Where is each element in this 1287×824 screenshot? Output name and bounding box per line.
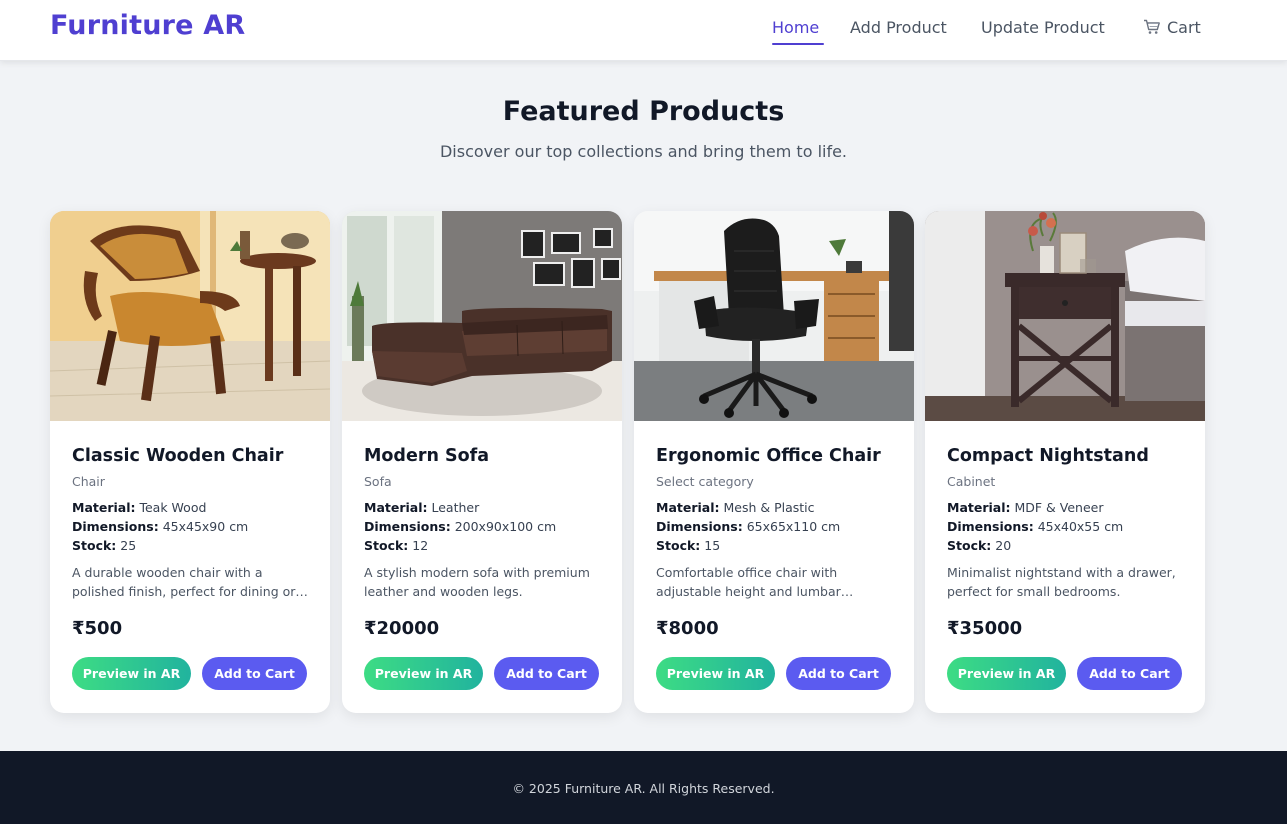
product-price: ₹500 <box>72 618 123 639</box>
product-material: Material: Mesh & Plastic <box>656 500 815 515</box>
product-stock: Stock: 12 <box>364 538 428 553</box>
dimensions-value: 45x45x90 cm <box>162 519 249 534</box>
material-value: Leather <box>431 500 480 515</box>
product-card: Modern Sofa Sofa Material: Leather Dimen… <box>342 211 622 713</box>
material-label: Material: <box>656 500 720 515</box>
product-dimensions: Dimensions: 65x65x110 cm <box>656 519 840 534</box>
dimensions-value: 45x40x55 cm <box>1037 519 1124 534</box>
page-subtitle: Discover our top collections and bring t… <box>439 142 848 161</box>
dimensions-label: Dimensions: <box>72 519 159 534</box>
sectional-sofa-photo <box>342 211 622 421</box>
product-price: ₹20000 <box>364 618 440 639</box>
navbar: Furniture AR Home Add Product Update Pro… <box>0 0 1287 61</box>
add-to-cart-button[interactable]: Add to Cart <box>494 657 599 690</box>
product-description: Minimalist nightstand with a drawer, per… <box>947 565 1176 599</box>
product-category: Sofa <box>364 474 392 489</box>
product-material: Material: Teak Wood <box>72 500 206 515</box>
product-card: Compact Nightstand Cabinet Material: MDF… <box>925 211 1205 713</box>
stock-value: 25 <box>120 538 137 553</box>
material-label: Material: <box>947 500 1011 515</box>
nav-active-indicator <box>772 43 824 45</box>
cart-icon <box>1144 19 1160 34</box>
product-description: A durable wooden chair with a polished f… <box>72 565 296 599</box>
product-title: Classic Wooden Chair <box>72 446 284 466</box>
product-price: ₹35000 <box>947 618 1023 639</box>
product-dimensions: Dimensions: 45x40x55 cm <box>947 519 1123 534</box>
nav-update-product[interactable]: Update Product <box>981 18 1105 37</box>
preview-in-ar-button[interactable]: Preview in AR <box>72 657 191 690</box>
add-to-cart-button[interactable]: Add to Cart <box>202 657 307 690</box>
wooden-armchair-photo <box>50 211 330 421</box>
brand-logo[interactable]: Furniture AR <box>50 10 245 41</box>
product-description: Comfortable office chair with adjustable… <box>656 565 841 599</box>
preview-in-ar-button[interactable]: Preview in AR <box>364 657 483 690</box>
product-price: ₹8000 <box>656 618 719 639</box>
stock-value: 20 <box>995 538 1012 553</box>
dimensions-label: Dimensions: <box>364 519 451 534</box>
nav-home[interactable]: Home <box>772 18 819 37</box>
stock-value: 12 <box>412 538 429 553</box>
preview-in-ar-button[interactable]: Preview in AR <box>947 657 1066 690</box>
product-title: Ergonomic Office Chair <box>656 446 881 466</box>
dimensions-label: Dimensions: <box>947 519 1034 534</box>
product-dimensions: Dimensions: 45x45x90 cm <box>72 519 248 534</box>
dimensions-label: Dimensions: <box>656 519 743 534</box>
product-description: A stylish modern sofa with premium leath… <box>364 565 590 599</box>
stock-label: Stock: <box>72 538 117 553</box>
stock-label: Stock: <box>656 538 701 553</box>
add-to-cart-button[interactable]: Add to Cart <box>786 657 891 690</box>
material-label: Material: <box>364 500 428 515</box>
product-material: Material: Leather <box>364 500 479 515</box>
material-value: Mesh & Plastic <box>723 500 815 515</box>
product-stock: Stock: 15 <box>656 538 720 553</box>
office-chair-photo <box>634 211 914 421</box>
footer: © 2025 Furniture AR. All Rights Reserved… <box>0 751 1287 824</box>
dimensions-value: 65x65x110 cm <box>746 519 841 534</box>
product-title: Modern Sofa <box>364 446 490 466</box>
nightstand-photo <box>925 211 1205 421</box>
product-card: Classic Wooden Chair Chair Material: Tea… <box>50 211 330 713</box>
product-category: Select category <box>656 474 754 489</box>
material-value: Teak Wood <box>139 500 207 515</box>
product-title: Compact Nightstand <box>947 446 1149 466</box>
footer-copyright: © 2025 Furniture AR. All Rights Reserved… <box>512 781 775 796</box>
preview-in-ar-button[interactable]: Preview in AR <box>656 657 775 690</box>
product-category: Chair <box>72 474 105 489</box>
stock-label: Stock: <box>364 538 409 553</box>
material-value: MDF & Veneer <box>1014 500 1104 515</box>
product-stock: Stock: 20 <box>947 538 1011 553</box>
product-material: Material: MDF & Veneer <box>947 500 1104 515</box>
dimensions-value: 200x90x100 cm <box>454 519 557 534</box>
nav-cart-label: Cart <box>1167 18 1201 37</box>
product-category: Cabinet <box>947 474 996 489</box>
stock-label: Stock: <box>947 538 992 553</box>
page-title: Featured Products <box>502 96 785 127</box>
product-card: Ergonomic Office Chair Select category M… <box>634 211 914 713</box>
stock-value: 15 <box>704 538 721 553</box>
product-dimensions: Dimensions: 200x90x100 cm <box>364 519 556 534</box>
material-label: Material: <box>72 500 136 515</box>
add-to-cart-button[interactable]: Add to Cart <box>1077 657 1182 690</box>
nav-cart[interactable]: Cart <box>1143 18 1201 37</box>
nav-add-product[interactable]: Add Product <box>850 18 947 37</box>
product-stock: Stock: 25 <box>72 538 136 553</box>
